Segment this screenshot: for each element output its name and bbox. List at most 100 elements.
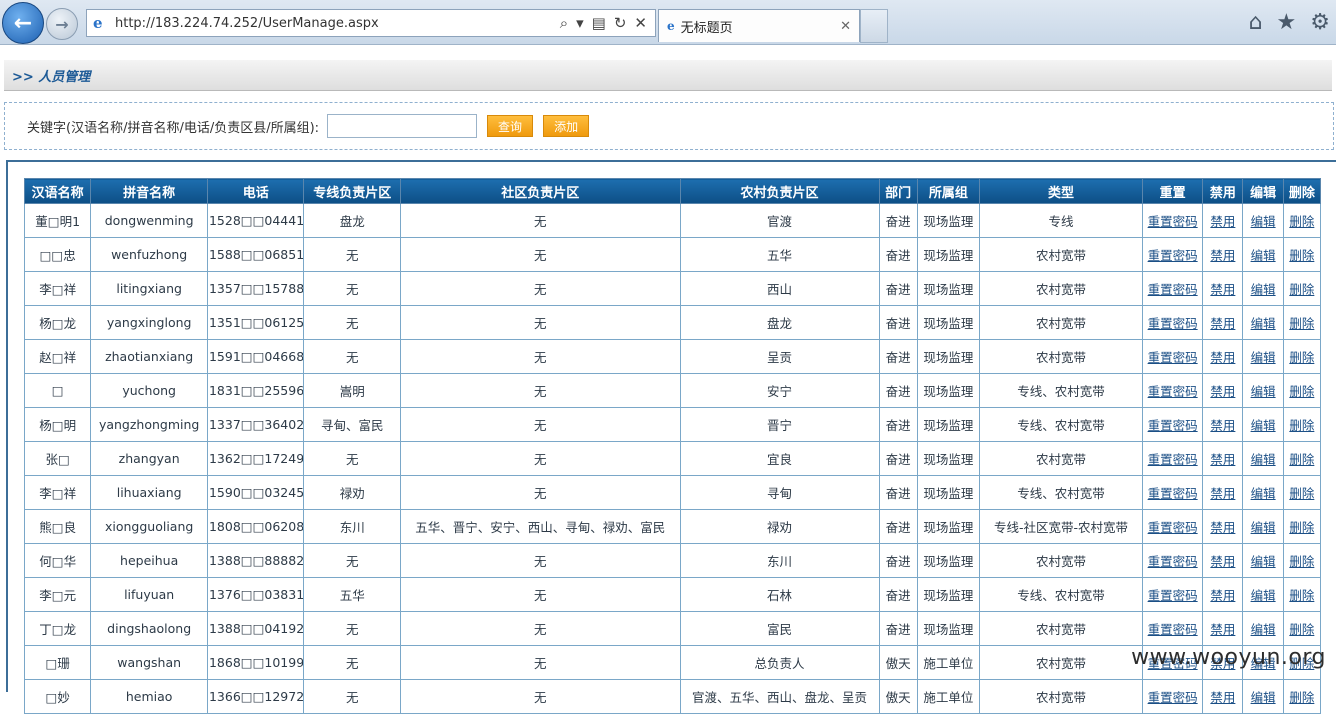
query-button[interactable]: 查询 — [487, 115, 534, 137]
cell-pinyin: dingshaolong — [90, 611, 208, 646]
edit-link[interactable]: 编辑 — [1251, 622, 1276, 637]
reset-password-link[interactable]: 重置密码 — [1148, 622, 1198, 637]
delete-link[interactable]: 删除 — [1289, 486, 1314, 501]
home-icon[interactable]: ⌂ — [1249, 10, 1263, 35]
edit-link[interactable]: 编辑 — [1251, 588, 1276, 603]
stop-icon[interactable]: ✕ — [634, 14, 647, 32]
delete-link[interactable]: 删除 — [1289, 384, 1314, 399]
disable-link[interactable]: 禁用 — [1210, 214, 1235, 229]
edit-link[interactable]: 编辑 — [1251, 350, 1276, 365]
delete-link[interactable]: 删除 — [1289, 248, 1314, 263]
cell-edit: 编辑 — [1242, 611, 1284, 646]
delete-link[interactable]: 删除 — [1289, 282, 1314, 297]
favorites-star-icon[interactable]: ★ — [1277, 10, 1297, 35]
disable-link[interactable]: 禁用 — [1210, 622, 1235, 637]
settings-gear-icon[interactable]: ⚙ — [1310, 10, 1330, 35]
cell-pinyin: xiongguoliang — [90, 509, 208, 544]
disable-link[interactable]: 禁用 — [1210, 452, 1235, 467]
cell-type: 农村宽带 — [979, 271, 1143, 306]
dropdown-icon[interactable]: ▾ — [576, 14, 584, 32]
disable-link[interactable]: 禁用 — [1210, 588, 1235, 603]
edit-link[interactable]: 编辑 — [1251, 248, 1276, 263]
edit-link[interactable]: 编辑 — [1251, 418, 1276, 433]
delete-link[interactable]: 删除 — [1289, 316, 1314, 331]
keyword-input[interactable] — [327, 114, 478, 138]
header-cell: 禁用 — [1202, 178, 1244, 204]
delete-link[interactable]: 删除 — [1289, 554, 1314, 569]
delete-link[interactable]: 删除 — [1289, 452, 1314, 467]
reset-password-link[interactable]: 重置密码 — [1148, 554, 1198, 569]
delete-link[interactable]: 删除 — [1289, 690, 1314, 705]
cell-edit: 编辑 — [1242, 271, 1284, 306]
reset-password-link[interactable]: 重置密码 — [1148, 214, 1198, 229]
compat-view-icon[interactable]: ▤ — [592, 14, 606, 32]
edit-link[interactable]: 编辑 — [1251, 690, 1276, 705]
reset-password-link[interactable]: 重置密码 — [1148, 316, 1198, 331]
header-cell: 农村负责片区 — [679, 178, 880, 204]
cell-group: 施工单位 — [916, 645, 981, 680]
browser-tab[interactable]: e 无标题页 ✕ — [658, 9, 860, 42]
disable-link[interactable]: 禁用 — [1210, 350, 1235, 365]
cell-edit: 编辑 — [1242, 373, 1284, 408]
disable-link[interactable]: 禁用 — [1210, 418, 1235, 433]
reset-password-link[interactable]: 重置密码 — [1148, 690, 1198, 705]
cell-pinyin: yangxinglong — [90, 305, 208, 340]
table-row: 熊□良 xiongguoliang 1808□□06208 东川 五华、晋宁、安宁、西山… — [23, 509, 1322, 544]
edit-link[interactable]: 编辑 — [1251, 486, 1276, 501]
search-icon[interactable]: ⌕ — [560, 14, 568, 32]
cell-type: 农村宽带 — [979, 237, 1143, 272]
address-bar[interactable]: e http://183.224.74.252/UserManage.aspx … — [86, 9, 656, 37]
close-tab-icon[interactable]: ✕ — [840, 19, 851, 34]
header-cell: 编辑 — [1242, 178, 1284, 204]
address-url[interactable]: http://183.224.74.252/UserManage.aspx — [115, 16, 560, 31]
disable-link[interactable]: 禁用 — [1210, 384, 1235, 399]
cell-phone: 1591□□04668 — [206, 339, 305, 374]
delete-link[interactable]: 删除 — [1289, 214, 1314, 229]
delete-link[interactable]: 删除 — [1289, 588, 1314, 603]
edit-link[interactable]: 编辑 — [1251, 520, 1276, 535]
disable-link[interactable]: 禁用 — [1210, 520, 1235, 535]
cell-name: □□忠 — [23, 237, 92, 272]
disable-link[interactable]: 禁用 — [1210, 248, 1235, 263]
edit-link[interactable]: 编辑 — [1251, 554, 1276, 569]
delete-link[interactable]: 删除 — [1289, 418, 1314, 433]
cell-pinyin: yangzhongming — [90, 407, 208, 442]
edit-link[interactable]: 编辑 — [1251, 452, 1276, 467]
reset-password-link[interactable]: 重置密码 — [1148, 282, 1198, 297]
disable-link[interactable]: 禁用 — [1210, 554, 1235, 569]
cell-disable: 禁用 — [1202, 441, 1244, 476]
delete-link[interactable]: 删除 — [1289, 520, 1314, 535]
cell-delete: 删除 — [1282, 339, 1322, 374]
add-button[interactable]: 添加 — [543, 115, 590, 137]
reset-password-link[interactable]: 重置密码 — [1148, 452, 1198, 467]
edit-link[interactable]: 编辑 — [1251, 282, 1276, 297]
delete-link[interactable]: 删除 — [1289, 350, 1314, 365]
reset-password-link[interactable]: 重置密码 — [1148, 486, 1198, 501]
forward-button[interactable]: → — [46, 8, 78, 40]
disable-link[interactable]: 禁用 — [1210, 282, 1235, 297]
cell-reset: 重置密码 — [1141, 237, 1204, 272]
table-row: 杨□龙 yangxinglong 1351□□06125 无无盘龙 奋进 现场监理 农村宽带… — [23, 305, 1322, 340]
disable-link[interactable]: 禁用 — [1210, 690, 1235, 705]
reset-password-link[interactable]: 重置密码 — [1148, 418, 1198, 433]
reset-password-link[interactable]: 重置密码 — [1148, 384, 1198, 399]
cell-group: 现场监理 — [916, 577, 981, 612]
reset-password-link[interactable]: 重置密码 — [1148, 588, 1198, 603]
delete-link[interactable]: 删除 — [1289, 622, 1314, 637]
reset-password-link[interactable]: 重置密码 — [1148, 350, 1198, 365]
edit-link[interactable]: 编辑 — [1251, 384, 1276, 399]
edit-link[interactable]: 编辑 — [1251, 214, 1276, 229]
cell-name: 丁□龙 — [23, 611, 92, 646]
disable-link[interactable]: 禁用 — [1210, 486, 1235, 501]
cell-community: 无 — [400, 441, 681, 476]
back-button[interactable]: ← — [2, 2, 44, 44]
reset-password-link[interactable]: 重置密码 — [1148, 248, 1198, 263]
edit-link[interactable]: 编辑 — [1251, 316, 1276, 331]
cell-type: 农村宽带 — [979, 645, 1143, 680]
cell-delete: 删除 — [1282, 271, 1322, 306]
cell-group: 现场监理 — [916, 305, 981, 340]
disable-link[interactable]: 禁用 — [1210, 316, 1235, 331]
new-tab-button[interactable] — [860, 9, 888, 43]
refresh-icon[interactable]: ↻ — [614, 14, 627, 32]
reset-password-link[interactable]: 重置密码 — [1148, 520, 1198, 535]
